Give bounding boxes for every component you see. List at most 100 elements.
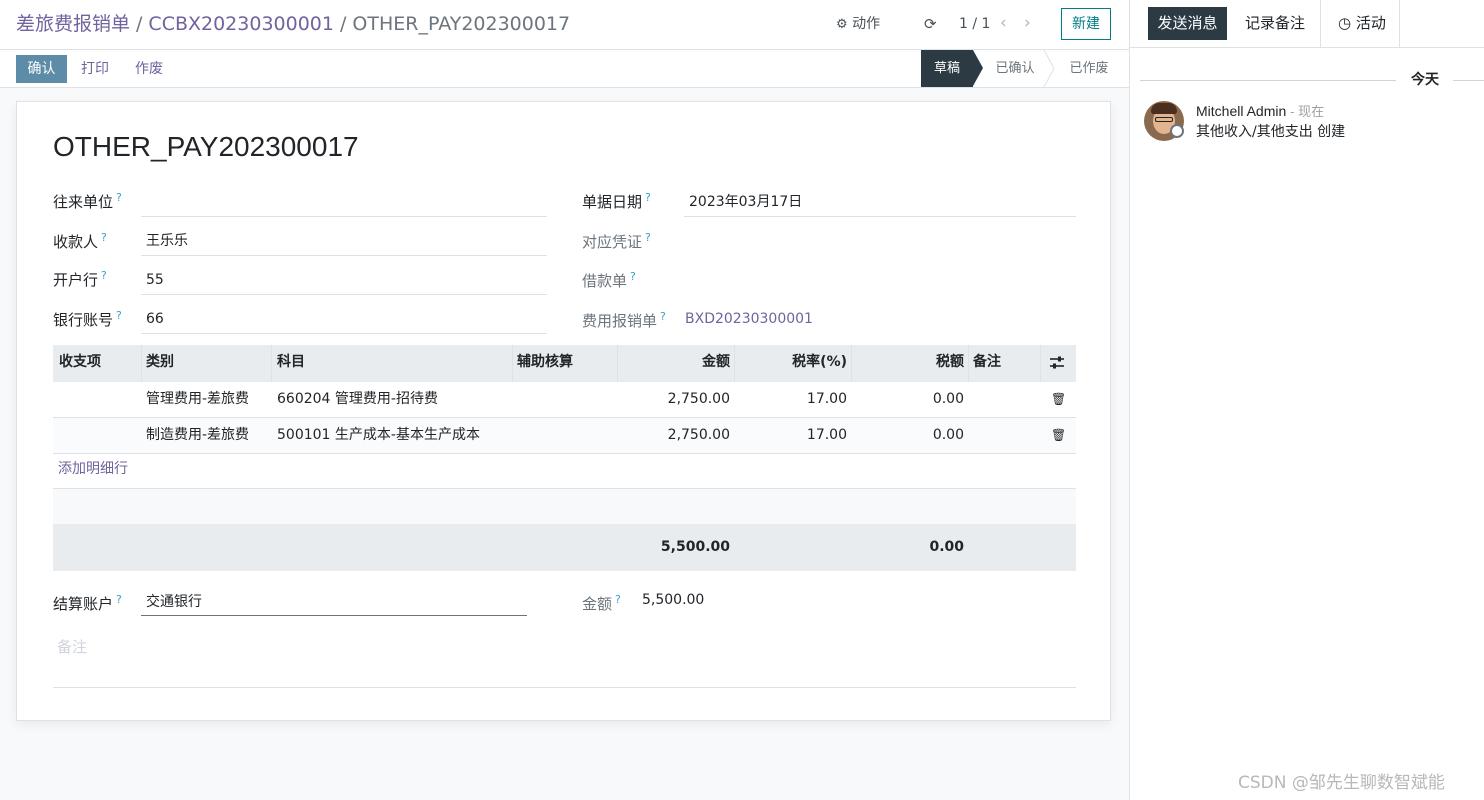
watermark: CSDN @邹先生聊数智斌能: [1238, 773, 1445, 793]
avatar-glasses: [1155, 117, 1173, 122]
date-field[interactable]: 2023年03月17日: [689, 192, 802, 212]
column-amount[interactable]: 金额: [617, 345, 730, 382]
message-body: 其他收入/其他支出 创建: [1196, 124, 1346, 140]
date-separator-label: 今天: [1411, 72, 1439, 88]
cell-account[interactable]: 500101 生产成本-基本生产成本: [277, 418, 480, 454]
table-footer: 5,500.00 0.00: [53, 524, 1076, 571]
partner-label: 往来单位?: [53, 188, 122, 212]
confirm-button[interactable]: 确认: [16, 55, 67, 83]
column-item[interactable]: 收支项: [59, 345, 101, 382]
help-icon[interactable]: ?: [116, 191, 122, 204]
voucher-label: 对应凭证?: [582, 228, 651, 252]
breadcrumb-parent[interactable]: CCBX20230300001: [148, 13, 334, 35]
chevron-right-icon[interactable]: ›: [1024, 11, 1031, 35]
document-title: OTHER_PAY202300017: [53, 131, 359, 162]
payee-label: 收款人?: [53, 228, 107, 252]
help-icon[interactable]: ?: [645, 191, 651, 204]
message-time-text: 现在: [1298, 104, 1325, 119]
table-row[interactable]: 管理费用-差旅费 660204 管理费用-招待费 2,750.00 17.00 …: [53, 382, 1076, 418]
column-tax[interactable]: 税额: [851, 345, 964, 382]
column-analytic[interactable]: 辅助核算: [517, 345, 573, 382]
divider: [1453, 80, 1484, 81]
help-icon[interactable]: ?: [630, 270, 636, 283]
pager-value[interactable]: 1 / 1: [959, 12, 990, 36]
help-icon[interactable]: ?: [645, 231, 651, 244]
breadcrumb-root[interactable]: 差旅费报销单: [16, 13, 130, 35]
void-button[interactable]: 作废: [135, 55, 163, 83]
message-header: Mitchell Admin - 现在: [1196, 101, 1324, 122]
settle-account-label: 结算账户?: [53, 590, 122, 614]
settle-account-label-text: 结算账户: [53, 595, 114, 613]
cell-amount[interactable]: 2,750.00: [617, 418, 730, 454]
print-button[interactable]: 打印: [81, 55, 109, 83]
control-panel-top: 差旅费报销单 / CCBX20230300001/OTHER_PAY20230001…: [0, 0, 1129, 50]
form-sheet: OTHER_PAY202300017 往来单位? 收款人? 王乐乐 开户行? 5…: [16, 101, 1111, 721]
help-icon[interactable]: ?: [101, 231, 107, 244]
log-note-button[interactable]: 记录备注: [1245, 7, 1305, 40]
account-field[interactable]: 66: [146, 309, 164, 329]
control-panel-bottom: 确认 打印 作废 草稿 已确认 已作废: [0, 50, 1129, 88]
help-icon[interactable]: ?: [116, 593, 122, 606]
status-cancelled[interactable]: 已作废: [1063, 50, 1115, 87]
cell-tax-rate[interactable]: 17.00: [734, 382, 847, 418]
action-label: 动作: [852, 16, 881, 32]
status-confirmed[interactable]: 已确认: [989, 50, 1041, 87]
message-author[interactable]: Mitchell Admin: [1196, 103, 1286, 119]
partner-label-text: 往来单位: [53, 193, 114, 211]
loan-label: 借款单?: [582, 267, 636, 291]
column-account[interactable]: 科目: [277, 345, 305, 382]
date-separator: 今天: [1130, 70, 1484, 90]
total-tax: 0.00: [929, 539, 964, 555]
sliders-icon[interactable]: [1049, 356, 1065, 370]
breadcrumb-separator: /: [136, 13, 143, 35]
cell-amount[interactable]: 2,750.00: [617, 382, 730, 418]
table-row[interactable]: 制造费用-差旅费 500101 生产成本-基本生产成本 2,750.00 17.…: [53, 418, 1076, 454]
bank-label-text: 开户行: [53, 271, 99, 289]
help-icon[interactable]: ?: [615, 593, 621, 606]
note-field[interactable]: 备注: [57, 636, 87, 657]
cell-category[interactable]: 管理费用-差旅费: [146, 382, 249, 418]
settle-account-field[interactable]: 交通银行: [146, 592, 202, 612]
column-category[interactable]: 类别: [146, 345, 174, 382]
date-label-text: 单据日期: [582, 193, 643, 211]
trash-icon[interactable]: 🗑: [1051, 382, 1066, 418]
column-tax-rate[interactable]: 税率(%): [734, 345, 847, 382]
avatar-hair: [1151, 103, 1177, 114]
column-divider: [1040, 345, 1041, 382]
note-underline: [53, 687, 1076, 688]
loan-label-text: 借款单: [582, 272, 628, 290]
account-label-text: 银行账号: [53, 311, 114, 329]
help-icon[interactable]: ?: [101, 269, 107, 282]
expense-label-text: 费用报销单: [582, 312, 658, 330]
column-divider: [968, 345, 969, 382]
date-label: 单据日期?: [582, 188, 651, 212]
cell-account[interactable]: 660204 管理费用-招待费: [277, 382, 438, 418]
chevron-left-icon[interactable]: ‹: [1000, 11, 1007, 35]
presence-indicator: [1170, 124, 1184, 138]
trash-icon[interactable]: 🗑: [1051, 418, 1066, 454]
refresh-icon[interactable]: ⟳: [924, 12, 937, 36]
new-button[interactable]: 新建: [1061, 8, 1111, 40]
cell-tax-rate[interactable]: 17.00: [734, 418, 847, 454]
cell-category[interactable]: 制造费用-差旅费: [146, 418, 249, 454]
amount-value: 5,500.00: [642, 592, 705, 608]
send-message-button[interactable]: 发送消息: [1148, 7, 1227, 40]
amount-label-text: 金额: [582, 595, 613, 613]
status-draft[interactable]: 草稿: [921, 50, 973, 87]
total-amount: 5,500.00: [660, 539, 730, 555]
column-note[interactable]: 备注: [973, 345, 1001, 382]
payee-field[interactable]: 王乐乐: [146, 231, 188, 251]
amount-label: 金额?: [582, 590, 621, 614]
add-line-link[interactable]: 添加明细行: [58, 457, 128, 481]
help-icon[interactable]: ?: [660, 310, 666, 323]
column-divider: [271, 345, 272, 382]
cell-tax[interactable]: 0.00: [851, 418, 964, 454]
activity-button[interactable]: ◷ 活动: [1338, 7, 1386, 40]
field-underline: [141, 333, 547, 334]
action-menu-button[interactable]: ⚙ 动作: [836, 12, 880, 37]
expense-link[interactable]: BXD20230300001: [685, 309, 813, 329]
bank-field[interactable]: 55: [146, 270, 164, 290]
cell-tax[interactable]: 0.00: [851, 382, 964, 418]
status-bar: 草稿 已确认 已作废: [920, 50, 1129, 87]
help-icon[interactable]: ?: [116, 309, 122, 322]
